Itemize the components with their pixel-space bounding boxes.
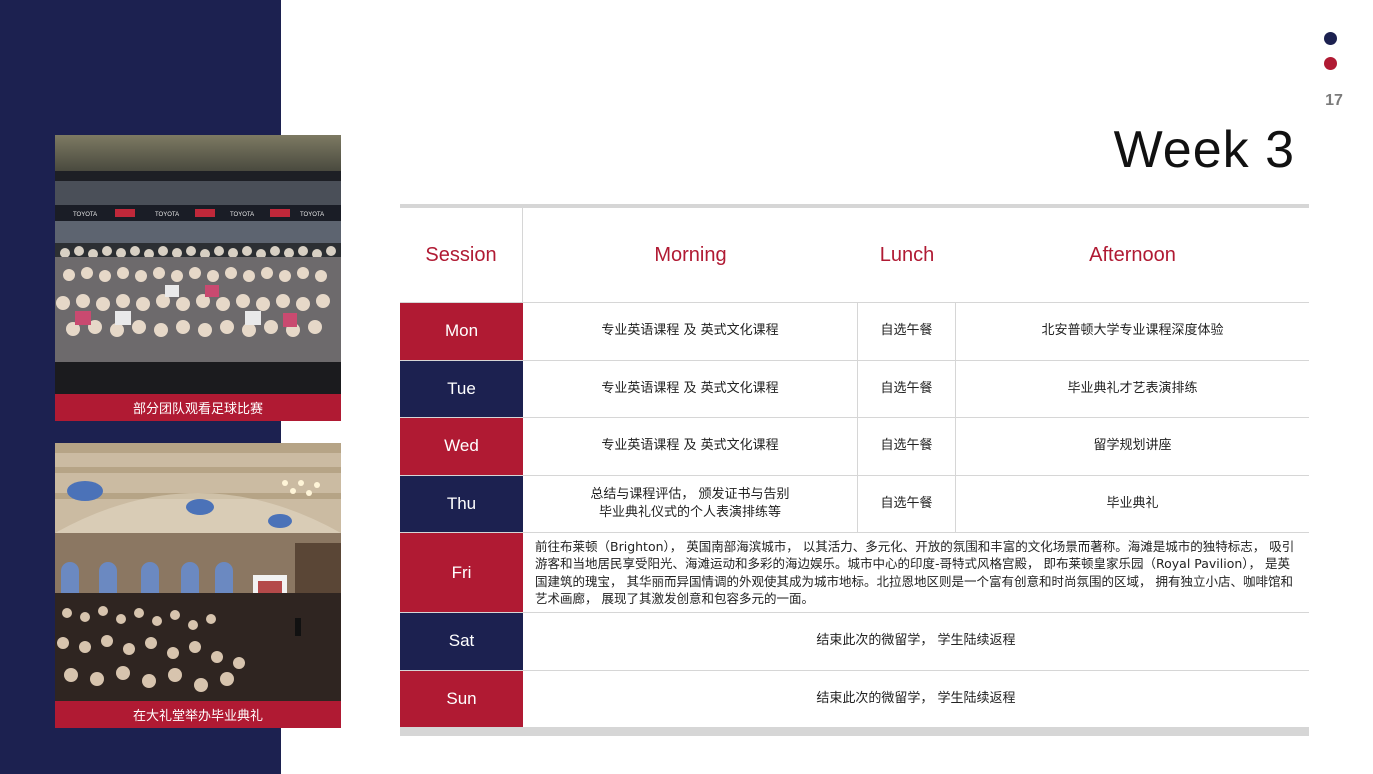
table-row: Sun 结束此次的微留学， 学生陆续返程 <box>400 670 1309 728</box>
lunch-cell: 自选午餐 <box>858 418 956 475</box>
morning-cell: 专业英语课程 及 英式文化课程 <box>523 418 858 475</box>
header-session: Session <box>400 208 523 302</box>
morning-line: 毕业典礼仪式的个人表演排练等 <box>598 504 781 520</box>
afternoon-cell: 留学规划讲座 <box>1093 438 1172 454</box>
morning-cell: 专业英语课程 及 英式文化课程 <box>523 303 858 360</box>
red-dot-decoration <box>1324 57 1337 70</box>
day-label: Sun <box>400 670 523 727</box>
photo-caption: 部分团队观看足球比赛 <box>55 394 341 421</box>
day-label: Thu <box>400 475 523 532</box>
table-row: Wed 专业英语课程 及 英式文化课程 自选午餐 留学规划讲座 <box>400 418 1309 476</box>
table-row: Mon 专业英语课程 及 英式文化课程 自选午餐 北安普顿大学专业课程深度体验 <box>400 303 1309 361</box>
table-row: Thu 总结与课程评估， 颁发证书与告别 毕业典礼仪式的个人表演排练等 自选午餐… <box>400 475 1309 533</box>
svg-text:TOYOTA: TOYOTA <box>155 212 179 218</box>
afternoon-cell: 毕业典礼才艺表演排练 <box>1067 380 1198 396</box>
page-title: Week 3 <box>1113 121 1295 179</box>
day-label: Fri <box>400 533 523 612</box>
table-row: Tue 专业英语课程 及 英式文化课程 自选午餐 毕业典礼才艺表演排练 <box>400 360 1309 418</box>
friday-description: 前往布莱顿（Brighton）， 英国南部海滨城市， 以其活力、多元化、开放的氛… <box>535 538 1295 607</box>
table-row: Fri 前往布莱顿（Brighton）， 英国南部海滨城市， 以其活力、多元化、… <box>400 533 1309 613</box>
day-label: Sat <box>400 613 523 670</box>
morning-line: 总结与课程评估， 颁发证书与告别 <box>590 486 790 502</box>
lunch-cell: 自选午餐 <box>858 303 956 360</box>
day-label: Tue <box>400 360 523 417</box>
table-row: Sat 结束此次的微留学， 学生陆续返程 <box>400 613 1309 671</box>
svg-text:TOYOTA: TOYOTA <box>230 212 254 218</box>
photo-caption: 在大礼堂举办毕业典礼 <box>55 701 341 728</box>
lunch-cell: 自选午餐 <box>858 360 956 417</box>
full-day-cell: 结束此次的微留学， 学生陆续返程 <box>816 690 1016 706</box>
navy-dot-decoration <box>1324 32 1337 45</box>
afternoon-cell: 毕业典礼 <box>1106 495 1159 511</box>
svg-text:TOYOTA: TOYOTA <box>73 212 97 218</box>
header-afternoon: Afternoon <box>1089 243 1176 266</box>
afternoon-cell: 北安普顿大学专业课程深度体验 <box>1041 323 1224 339</box>
header-morning: Morning <box>654 243 727 266</box>
morning-cell: 专业英语课程 及 英式文化课程 <box>523 360 858 417</box>
photo-card-ceremony: 在大礼堂举办毕业典礼 <box>55 443 341 728</box>
header-lunch: Lunch <box>879 243 935 266</box>
table-header-row: Session Morning Lunch Afternoon <box>400 208 1309 303</box>
svg-text:TOYOTA: TOYOTA <box>300 212 324 218</box>
photo-card-football: TOYOTA TOYOTA TOYOTA TOYOTA 部分团队观看足球比赛 <box>55 135 341 421</box>
morning-cell: 总结与课程评估， 颁发证书与告别 毕业典礼仪式的个人表演排练等 <box>523 475 858 532</box>
day-label: Wed <box>400 418 523 475</box>
schedule-table: Session Morning Lunch Afternoon Mon 专业英语… <box>400 204 1309 736</box>
lunch-cell: 自选午餐 <box>858 475 956 532</box>
page-number: 17 <box>1325 92 1343 109</box>
great-hall-photo <box>55 443 341 701</box>
day-label: Mon <box>400 303 523 360</box>
stadium-crowd-photo: TOYOTA TOYOTA TOYOTA TOYOTA <box>55 135 341 394</box>
full-day-cell: 结束此次的微留学， 学生陆续返程 <box>816 633 1016 649</box>
table-bottom-rule <box>400 728 1309 736</box>
